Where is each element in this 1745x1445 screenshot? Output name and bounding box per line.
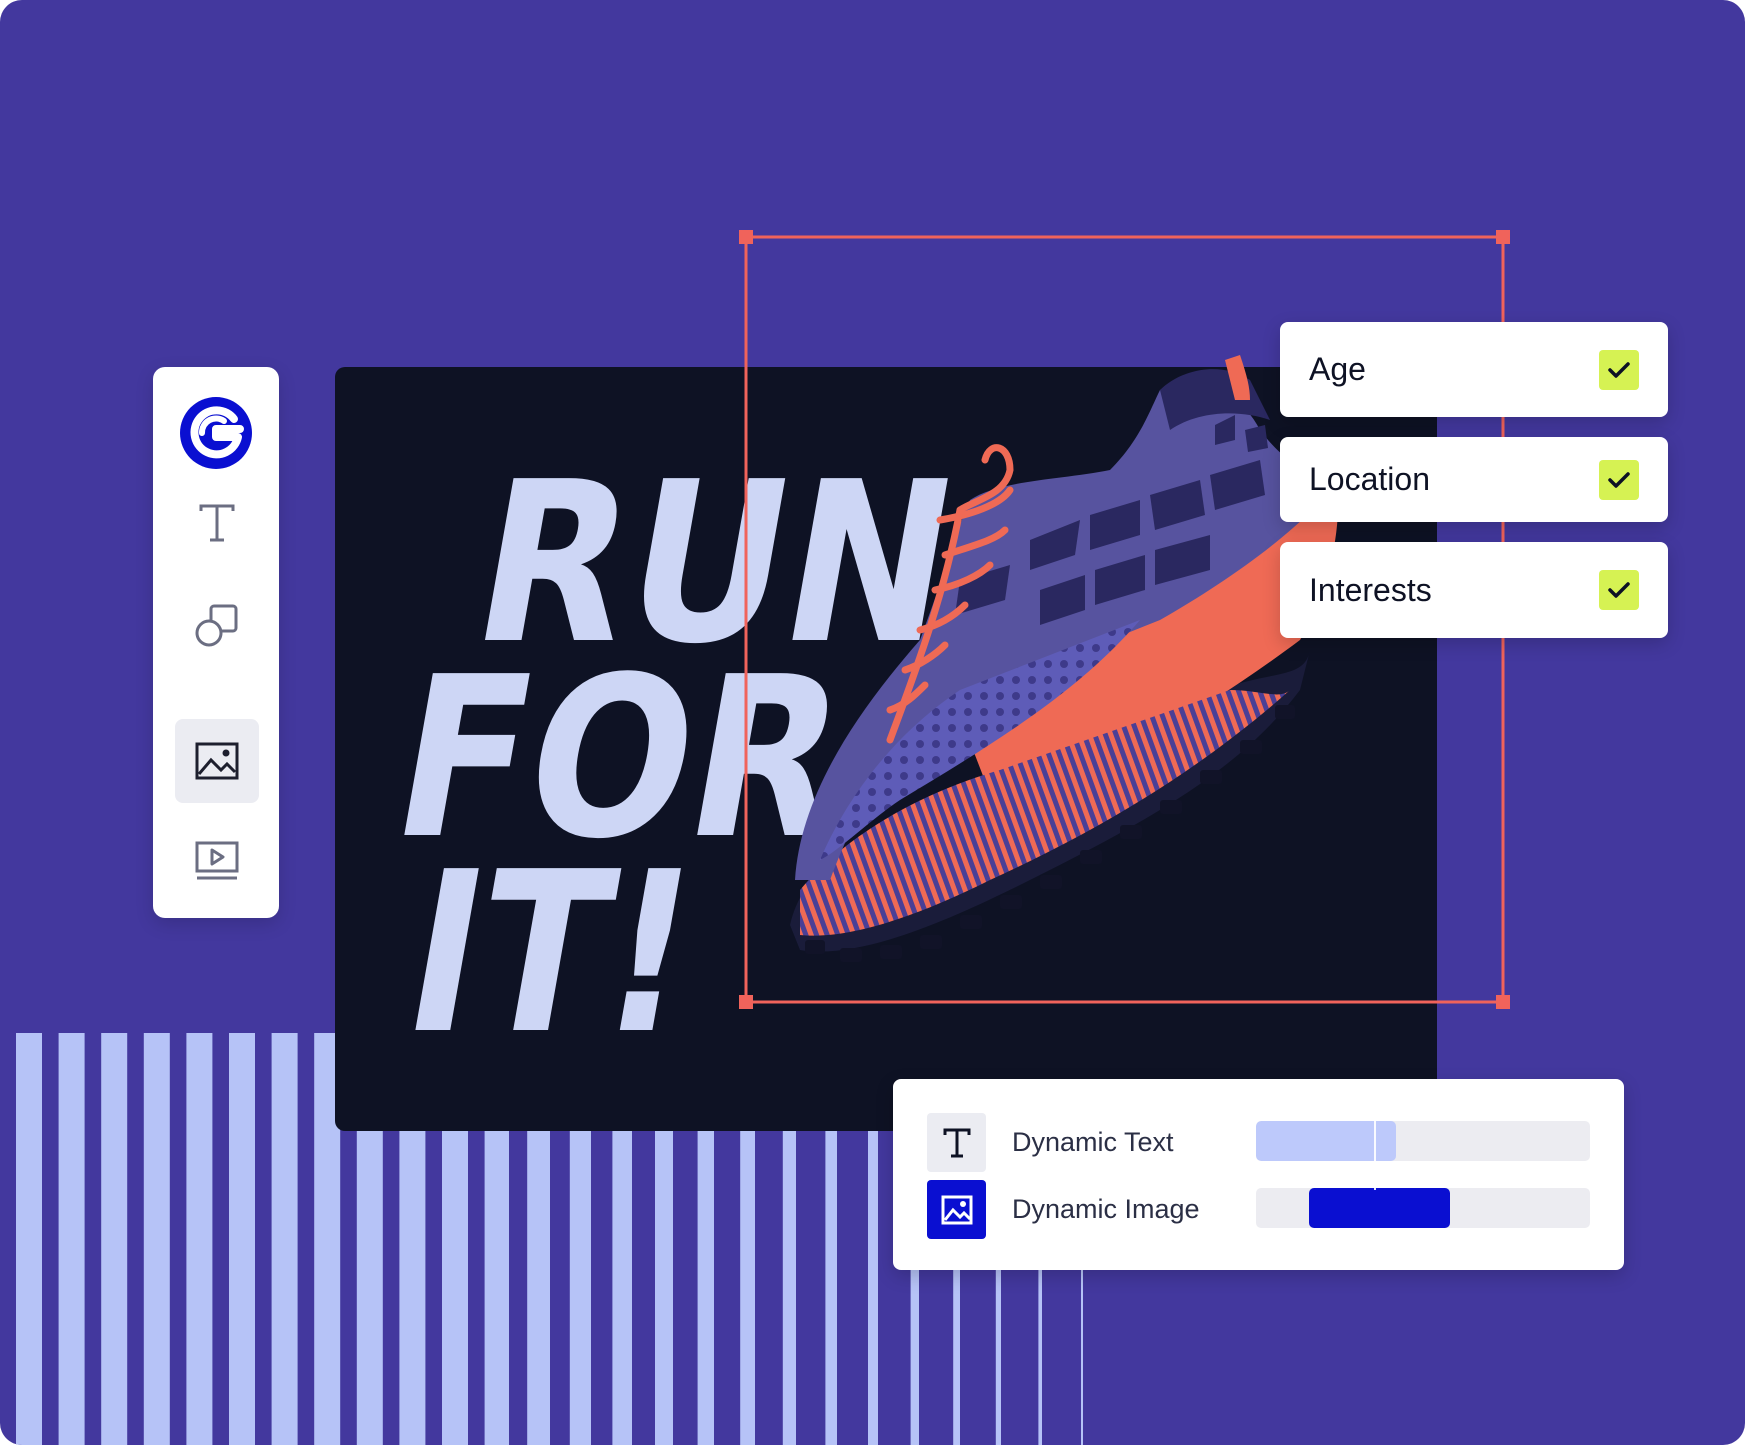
dynamic-image-icon-box [927, 1180, 986, 1239]
tool-sidebar [153, 367, 279, 918]
dynamic-image-label: Dynamic Image [1012, 1194, 1200, 1224]
resize-handle-top-left[interactable] [739, 230, 753, 244]
filter-interests[interactable]: Interests [1280, 542, 1668, 638]
filter-location[interactable]: Location [1280, 437, 1668, 522]
dynamic-image-track[interactable] [1256, 1188, 1590, 1228]
shapes-icon [195, 604, 238, 647]
filter-label: Interests [1309, 571, 1432, 608]
image-tool[interactable] [175, 719, 259, 803]
resize-handle-bottom-left[interactable] [739, 995, 753, 1009]
text-tool[interactable] [175, 481, 259, 565]
check-icon [1608, 362, 1630, 378]
brand-logo [180, 397, 252, 469]
dynamic-content-panel: Dynamic Text Dynamic Image [893, 1079, 1624, 1270]
filter-age[interactable]: Age [1280, 322, 1668, 417]
dynamic-image-fill[interactable] [1309, 1188, 1450, 1228]
video-icon [195, 841, 239, 880]
checkbox-checked[interactable] [1599, 570, 1639, 610]
dynamic-text-track[interactable] [1256, 1121, 1590, 1161]
checkbox-checked[interactable] [1599, 350, 1639, 390]
video-tool[interactable] [175, 819, 259, 903]
text-icon [943, 1128, 970, 1157]
text-icon [199, 504, 235, 542]
resize-handle-top-right[interactable] [1496, 230, 1510, 244]
checkbox-checked[interactable] [1599, 460, 1639, 500]
filter-label: Age [1309, 351, 1366, 387]
playhead[interactable] [1374, 1115, 1376, 1190]
shapes-tool[interactable] [175, 583, 259, 667]
dynamic-text-icon-box [927, 1113, 986, 1172]
check-icon [1608, 472, 1630, 488]
image-icon [195, 742, 239, 780]
image-icon [941, 1195, 972, 1224]
check-icon [1608, 582, 1630, 598]
resize-handle-bottom-right[interactable] [1496, 995, 1510, 1009]
dynamic-text-label: Dynamic Text [1012, 1127, 1174, 1157]
filter-label: Location [1309, 461, 1430, 497]
